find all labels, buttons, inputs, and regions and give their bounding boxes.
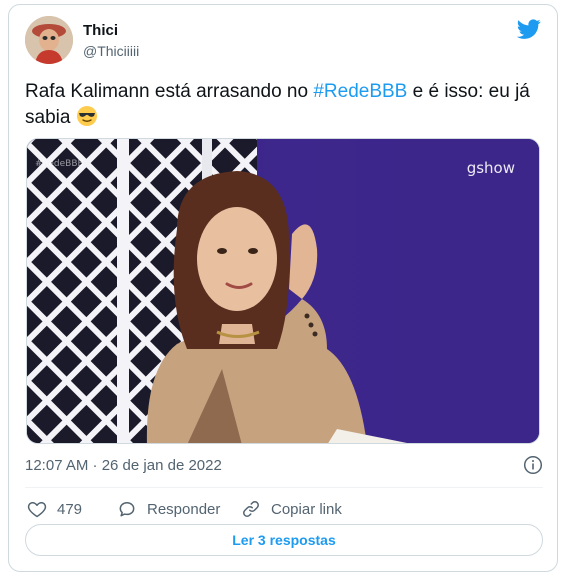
media-watermark: gshow (466, 159, 515, 177)
reply-bubble-icon (119, 502, 135, 517)
read-replies-button[interactable]: Ler 3 respostas (25, 524, 543, 556)
tweet-text: Rafa Kalimann está arrasando no #RedeBBB… (25, 79, 543, 135)
read-replies-label: Ler 3 respostas (232, 532, 336, 548)
heart-icon (27, 502, 47, 518)
user-name[interactable]: Thici (83, 22, 118, 39)
twitter-bird-icon[interactable] (517, 17, 541, 41)
user-handle[interactable]: @Thiciiiii (83, 43, 139, 59)
tweet-text-start: Rafa Kalimann está arrasando no (25, 81, 314, 102)
reply-button[interactable]: Responder (117, 495, 220, 523)
copy-link-label: Copiar link (271, 500, 342, 518)
sunglasses-emoji-icon (76, 105, 98, 135)
reply-label: Responder (147, 500, 221, 518)
like-button[interactable]: 479 (27, 495, 82, 523)
avatar[interactable] (25, 16, 73, 64)
tweet-media-image[interactable]: #RedeBBB gshow (26, 138, 540, 444)
divider (25, 487, 543, 488)
link-icon (243, 501, 259, 517)
copy-link-button[interactable]: Copiar link (241, 495, 342, 523)
like-count: 479 (57, 500, 83, 518)
info-icon[interactable] (523, 455, 543, 475)
tweet-card: Thici @Thiciiiii Rafa Kalimann está arra… (8, 4, 558, 572)
tweet-actions: 479 Responder Copiar link (25, 495, 543, 523)
media-corner-tag: #RedeBBB (35, 159, 84, 169)
tweet-meta: 12:07 AM · 26 de jan de 2022 (25, 455, 543, 477)
timestamp[interactable]: 12:07 AM · 26 de jan de 2022 (25, 457, 222, 474)
hashtag-link[interactable]: #RedeBBB (313, 81, 407, 102)
